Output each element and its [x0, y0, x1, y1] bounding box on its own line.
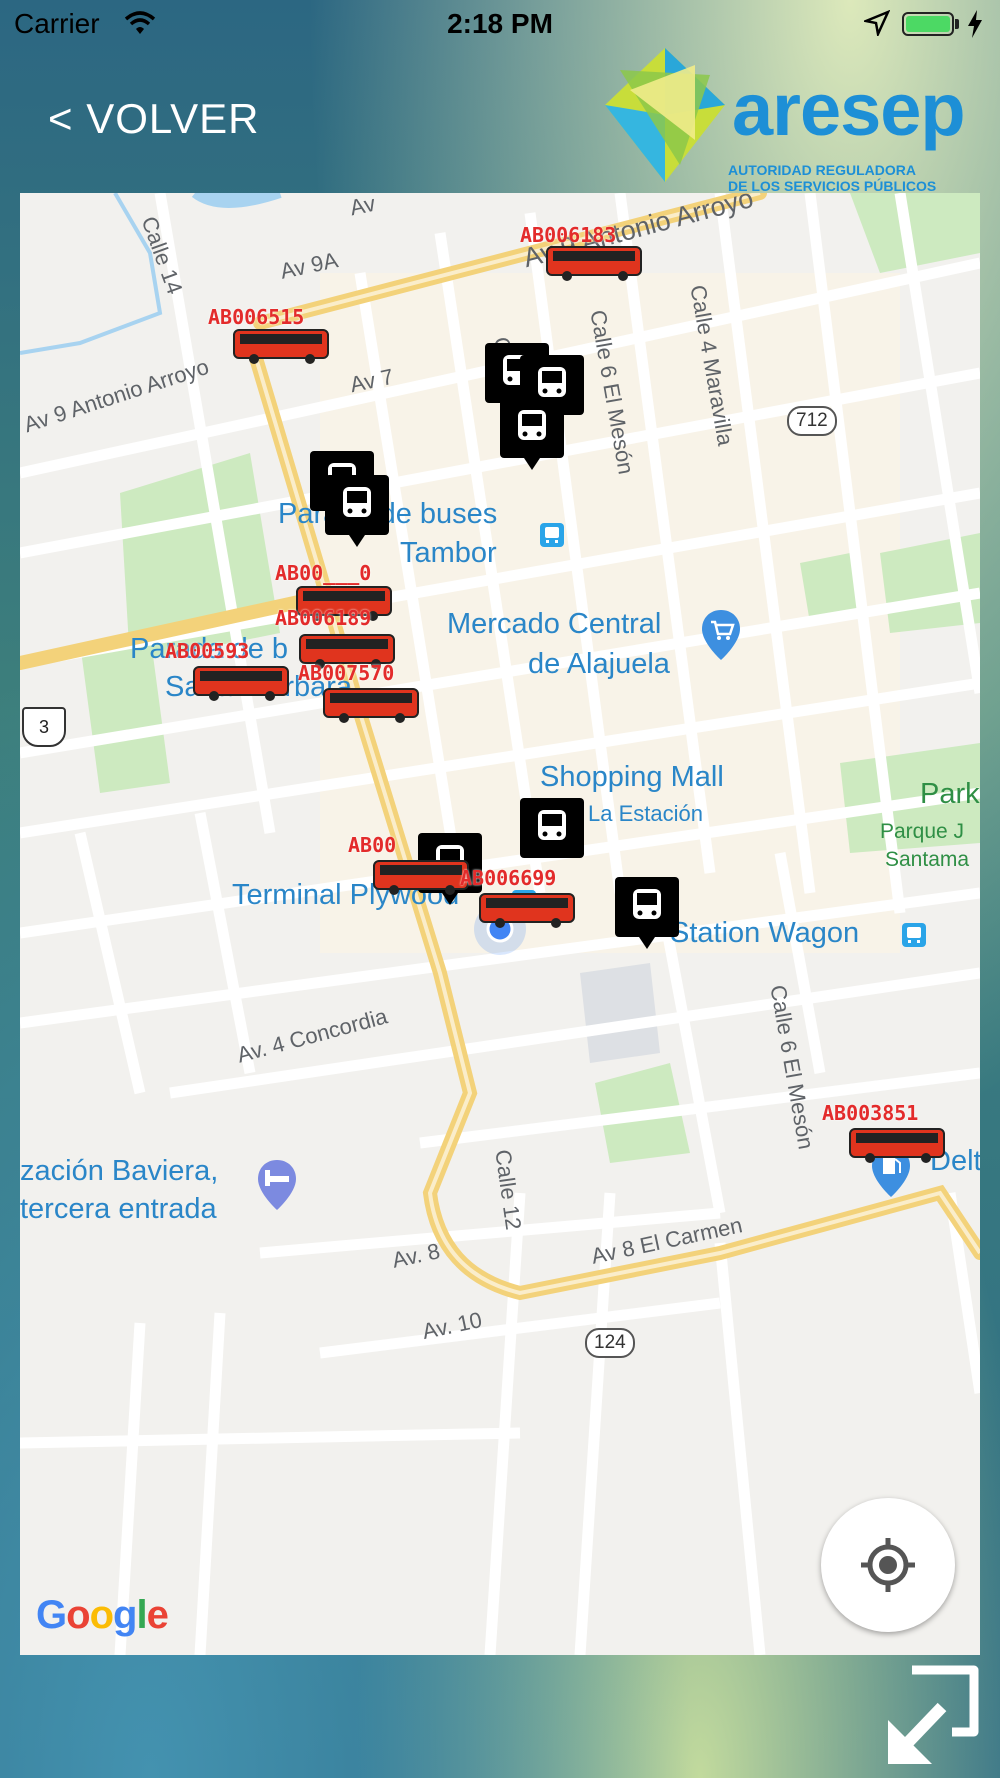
bus-id-label: AB006699: [460, 866, 557, 890]
bus-icon[interactable]: [322, 685, 420, 725]
battery-icon: [902, 12, 954, 36]
aresep-logo: aresep AUTORIDAD REGULADORA DE LOS SERVI…: [600, 45, 966, 195]
bus-icon[interactable]: [192, 663, 290, 703]
bus-id-label: AB007570: [298, 661, 395, 685]
bus-stop-marker-icon[interactable]: [520, 798, 584, 872]
bus-station-icon[interactable]: [540, 523, 564, 547]
map-view[interactable]: Calle 14 Av 9A Av 9 Antonio Arroyo Av 7 …: [20, 193, 980, 1655]
battery-nub: [955, 19, 959, 29]
bus-id-label: AB00593: [165, 639, 250, 663]
place-label-park[interactable]: Parque J: [880, 820, 964, 844]
place-label-parada-tambor[interactable]: Tambor: [400, 537, 497, 570]
logo-wordmark: aresep: [732, 68, 966, 151]
my-location-icon: [861, 1538, 915, 1592]
bus-id-label: AB00___0: [275, 561, 372, 585]
bus-icon[interactable]: [232, 326, 330, 366]
bus-id-label: AB006189: [275, 606, 372, 630]
place-label-shopping[interactable]: Shopping Mall: [540, 761, 724, 794]
place-label-baviera[interactable]: tercera entrada: [20, 1193, 217, 1226]
bus-id-label: AB00: [348, 833, 397, 857]
bus-station-icon[interactable]: [902, 923, 926, 947]
bus-stop-marker-icon[interactable]: [615, 877, 679, 951]
bus-stop-marker-icon[interactable]: [325, 475, 389, 549]
aresep-logo-mark: [605, 48, 725, 182]
route-shield-124: 124: [585, 1328, 635, 1358]
route-shield-3: 3: [22, 707, 66, 747]
bus-icon[interactable]: [545, 243, 643, 283]
route-shield-712: 712: [787, 406, 837, 436]
location-arrow-icon: [864, 10, 890, 36]
status-bar: Carrier 2:18 PM: [0, 0, 1000, 50]
place-label-park[interactable]: Park: [920, 778, 980, 811]
charging-bolt-icon: [968, 10, 982, 38]
lodging-pin-icon[interactable]: [256, 1158, 298, 1212]
bus-icon[interactable]: [848, 1125, 946, 1165]
clock: 2:18 PM: [447, 8, 553, 39]
my-location-button[interactable]: [821, 1498, 955, 1632]
place-label-mercado[interactable]: Mercado Central: [447, 608, 661, 641]
bus-stop-marker-icon[interactable]: [500, 398, 564, 472]
back-button[interactable]: < VOLVER: [48, 95, 259, 143]
shopping-cart-pin-icon[interactable]: [700, 608, 742, 662]
google-logo: Google: [36, 1593, 169, 1637]
place-label-station-wagon[interactable]: Station Wagon: [670, 917, 859, 950]
bus-icon[interactable]: [478, 890, 576, 930]
logo-subtitle-line1: AUTORIDAD REGULADORA: [728, 162, 916, 178]
bus-icon[interactable]: [372, 857, 470, 897]
place-label-park[interactable]: Santama: [885, 848, 969, 872]
bus-id-label: AB003851: [822, 1101, 919, 1125]
logo-subtitle-line2: DE LOS SERVICIOS PÚBLICOS: [728, 178, 937, 194]
place-label-shopping[interactable]: La Estación: [588, 801, 703, 827]
expand-arrow-icon[interactable]: [882, 1662, 982, 1770]
place-label-baviera[interactable]: zación Baviera,: [20, 1155, 218, 1188]
place-label-mercado[interactable]: de Alajuela: [528, 648, 670, 681]
